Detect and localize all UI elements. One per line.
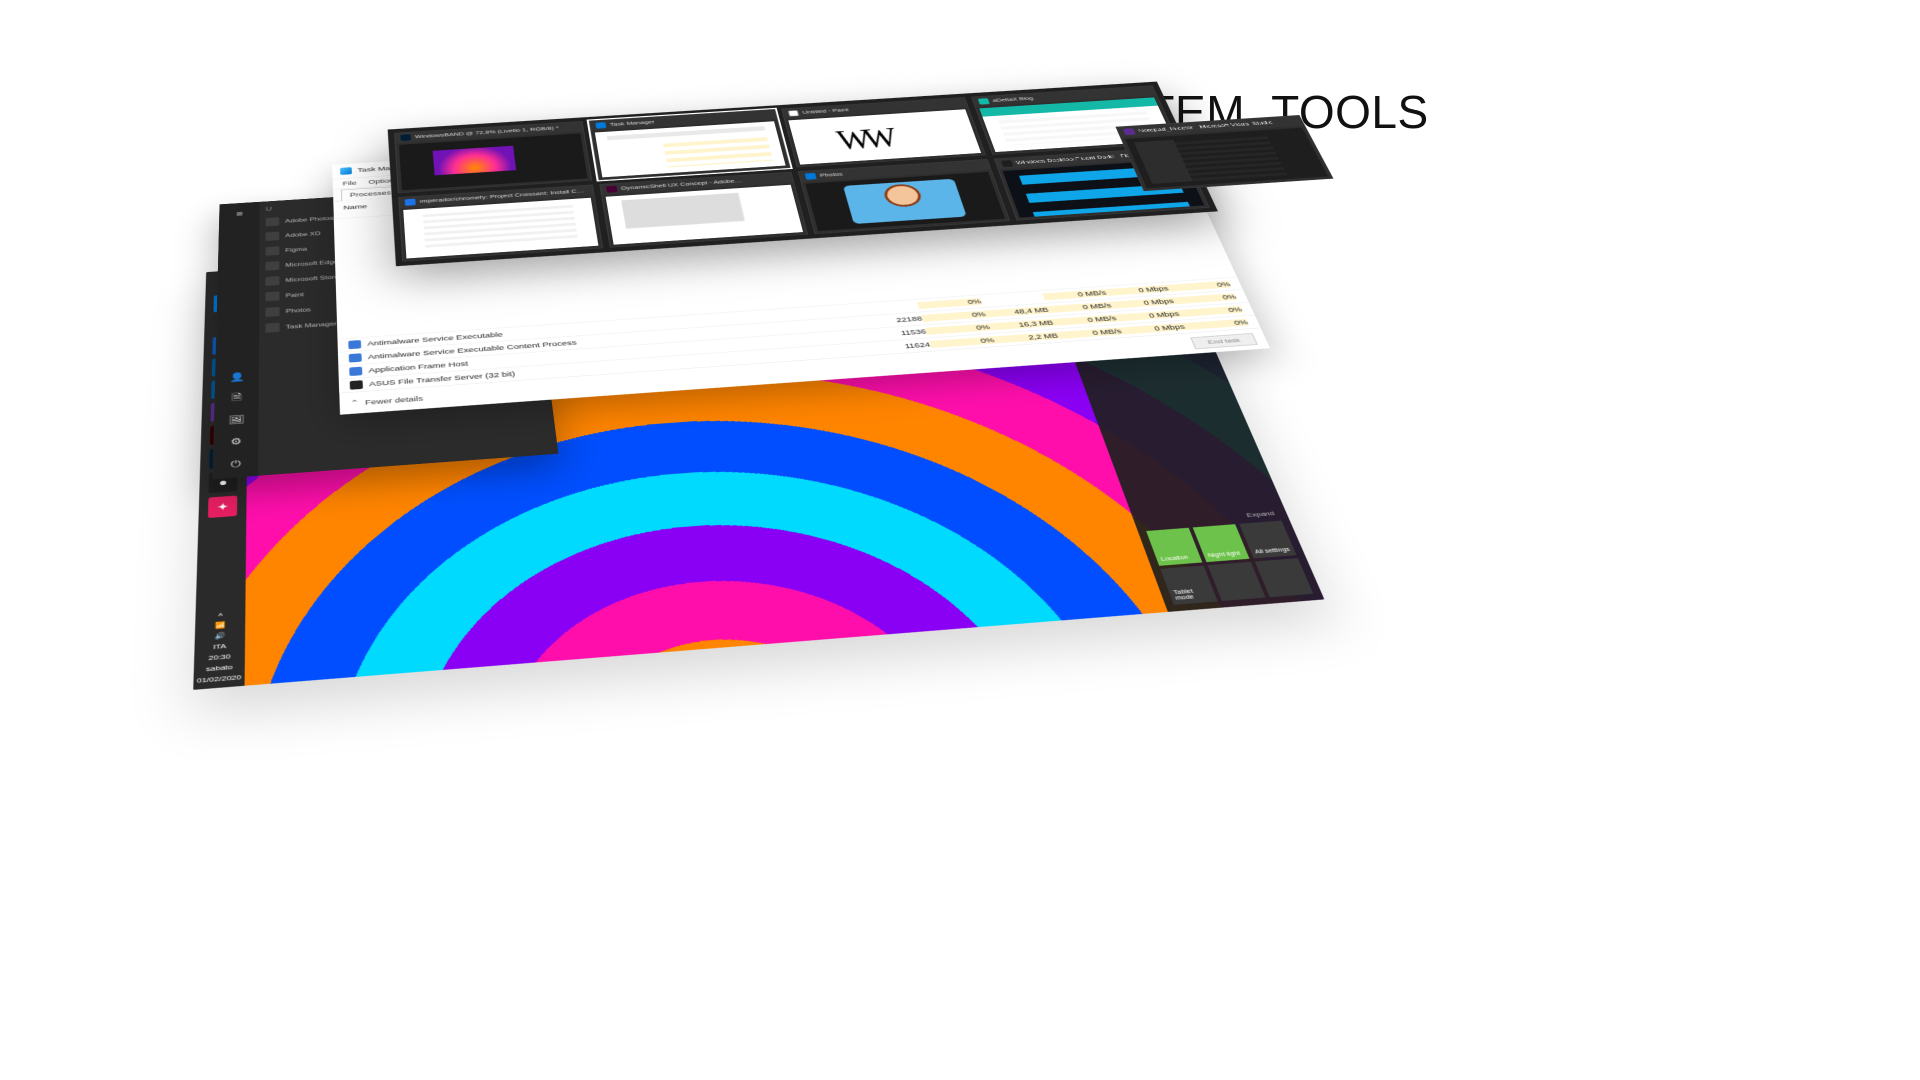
app-icon [405,199,416,206]
task-view-item[interactable]: Untitled - Paint [781,97,986,167]
task-view-item[interactable]: Task Manager [589,109,791,180]
app-icon[interactable]: ✦ [208,495,237,518]
window-thumbnail [1125,128,1328,189]
settings-icon[interactable]: ⚙ [227,435,244,448]
fewer-details-toggle[interactable]: ⌃ Fewer details [350,394,423,407]
chevron-up-icon: ⌃ [350,399,358,408]
pictures-icon[interactable]: 🖼 [228,413,245,426]
window-thumbnail [788,109,981,164]
app-icon [805,173,817,180]
tray-volume-icon[interactable]: 🔊 [214,632,225,640]
window-thumbnail [399,133,588,190]
task-view-item[interactable]: Photos [798,159,1011,234]
window-thumbnail [805,172,1005,231]
taskbar-tray: ˄ 📶 🔊 ITA 20:30 sabato 01/02/2020 [193,605,245,690]
tray-chevron-icon[interactable]: ˄ [218,611,223,619]
process-icon [348,340,361,349]
task-view-item[interactable]: Notepad_Injector - Microsoft Visual Stud… [1115,115,1333,191]
task-manager-icon [340,167,352,175]
app-icon [788,110,800,117]
app-icon [606,186,618,193]
window-thumbnail [595,121,786,177]
window-thumbnail [403,198,598,259]
start-hamburger-icon[interactable]: ≡ [232,209,248,220]
process-icon [349,353,362,362]
start-rail: ≡ 👤 🗎 🖼 ⚙ ⏻ [213,202,260,479]
task-view-item[interactable]: DynamicShell UX Concept - Adobe… [599,172,808,248]
task-view-item[interactable]: imperador/chromefy: Project Croissant: I… [398,185,603,262]
process-icon [350,380,363,390]
power-icon[interactable]: ⏻ [227,457,245,470]
app-icon [1123,128,1136,135]
quick-action-tile[interactable]: All settings [1239,521,1296,559]
window-thumbnail [606,185,804,245]
quick-action-tile[interactable]: Tablet mode [1160,566,1217,605]
app-icon [978,98,990,105]
app-icon [400,134,411,141]
layers-scene: ⊞ 🔍 ▢ e ✉ 🛍 ◆ Ai Ps ● ✦ ˄ 📶 🔊 ITA 20:30 … [50,150,1450,850]
process-icon [349,367,362,376]
tray-clock-time[interactable]: 20:30 [208,653,230,662]
task-view-item[interactable]: WindowsBAND @ 72,8% (Livello 1, RGB/8) * [394,121,592,193]
app-icon [595,122,606,129]
menu-file[interactable]: File [342,180,356,187]
tray-clock-date: 01/02/2020 [197,673,242,684]
quick-action-tile[interactable]: Location [1146,528,1202,566]
quick-action-tile[interactable] [1255,558,1313,597]
app-icon [1001,160,1014,167]
tray-lang[interactable]: ITA [213,642,226,650]
tray-clock-day: sabato [206,663,233,673]
end-task-button[interactable]: End task [1190,333,1258,349]
documents-icon[interactable]: 🗎 [228,392,245,405]
tray-wifi-icon[interactable]: 📶 [215,621,226,629]
user-icon[interactable]: 👤 [229,371,246,383]
